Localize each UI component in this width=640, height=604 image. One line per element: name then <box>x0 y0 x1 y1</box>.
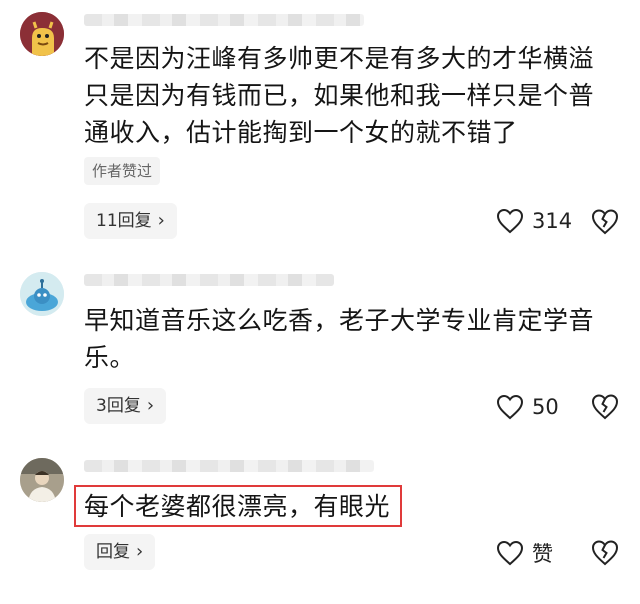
username-blurred <box>84 460 374 472</box>
comment-line: 乐。 <box>84 343 136 372</box>
username-blurred <box>84 14 364 26</box>
chevron-right-icon: › <box>136 541 144 562</box>
comment-line: 通收入，估计能掏到一个女的就不错了 <box>84 118 518 147</box>
comment-text: 早知道音乐这么吃香，老子大学专业肯定学音 乐。 <box>84 302 624 376</box>
reply-label: 回复 <box>96 542 130 562</box>
username-blurred <box>84 274 334 286</box>
broken-heart-icon[interactable] <box>590 207 620 235</box>
like-button[interactable]: 50 <box>496 391 559 423</box>
reply-label: 11回复 <box>96 211 152 231</box>
chevron-right-icon: › <box>146 395 155 416</box>
comment-line: 早知道音乐这么吃香，老子大学专业肯定学音 <box>84 306 595 335</box>
comment-line: 只是因为有钱而已，如果他和我一样只是个普 <box>84 81 595 110</box>
comment-2: 早知道音乐这么吃香，老子大学专业肯定学音 乐。 3回复 › 50 <box>0 255 640 440</box>
reply-button[interactable]: 回复 › <box>84 534 156 570</box>
chevron-right-icon: › <box>157 210 165 231</box>
author-liked-tag: 作者赞过 <box>84 157 161 185</box>
red-highlight-box <box>74 485 402 527</box>
heart-outline-icon <box>496 208 524 234</box>
comment-line: 不是因为汪峰有多帅更不是有多大的才华横溢 <box>84 44 595 73</box>
comment-text: 不是因为汪峰有多帅更不是有多大的才华横溢 只是因为有钱而已，如果他和我一样只是个… <box>84 40 624 151</box>
like-label: 赞 <box>532 542 553 566</box>
avatar[interactable] <box>20 458 64 502</box>
broken-heart-icon[interactable] <box>590 392 620 420</box>
like-button[interactable]: 314 <box>496 205 572 237</box>
comment-1: 不是因为汪峰有多帅更不是有多大的才华横溢 只是因为有钱而已，如果他和我一样只是个… <box>0 0 640 250</box>
avatar[interactable] <box>20 12 64 56</box>
like-count: 314 <box>532 209 573 233</box>
view-replies-button[interactable]: 3回复 › <box>84 388 167 424</box>
broken-heart-icon[interactable] <box>590 538 620 566</box>
avatar-cartoon-icon <box>20 272 64 316</box>
view-replies-button[interactable]: 11回复 › <box>84 203 177 239</box>
like-button[interactable]: 赞 <box>496 537 553 569</box>
heart-outline-icon <box>496 394 524 420</box>
reply-label: 3回复 <box>96 396 141 416</box>
avatar[interactable] <box>20 272 64 316</box>
avatar-cartoon-icon <box>20 12 64 56</box>
heart-outline-icon <box>496 540 524 566</box>
like-count: 50 <box>532 395 559 419</box>
avatar-photo-icon <box>20 458 64 502</box>
